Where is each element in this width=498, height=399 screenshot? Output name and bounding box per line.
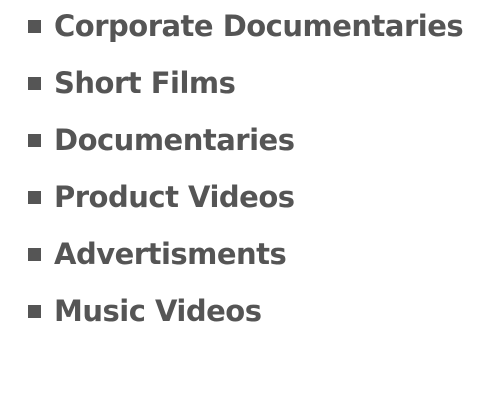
list-item-label: Short Films: [54, 66, 236, 100]
services-list: Corporate Documentaries Short Films Docu…: [28, 0, 464, 350]
list-item: Product Videos: [28, 179, 463, 215]
list-item-label: Product Videos: [54, 180, 295, 214]
square-bullet-icon: [28, 76, 41, 90]
square-bullet-icon: [28, 133, 41, 147]
list-item: Documentaries: [28, 122, 463, 158]
list-item: Corporate Documentaries: [28, 8, 464, 44]
list-item: Music Videos: [28, 293, 463, 329]
square-bullet-icon: [28, 190, 41, 204]
list-item-label: Music Videos: [54, 294, 262, 328]
square-bullet-icon: [28, 19, 41, 33]
list-item-label: Corporate Documentaries: [54, 9, 464, 43]
list-item: Advertisments: [28, 236, 463, 272]
list-item-label: Advertisments: [54, 237, 287, 271]
list-item: Short Films: [28, 65, 463, 101]
square-bullet-icon: [28, 247, 41, 261]
square-bullet-icon: [28, 304, 41, 318]
list-item-label: Documentaries: [54, 123, 295, 157]
